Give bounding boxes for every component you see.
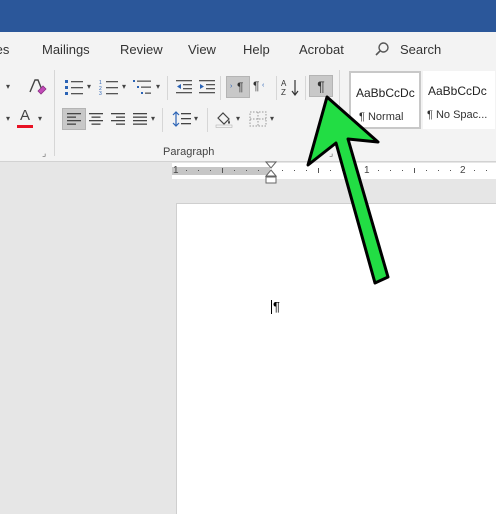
tab-view[interactable]: View [188, 42, 216, 57]
title-bar [0, 0, 496, 32]
chevron-down-icon: ▾ [6, 82, 11, 91]
font-color-button[interactable]: A [14, 107, 38, 130]
style-no-spacing[interactable]: AaBbCcDc ¶ No Spac... [423, 71, 495, 129]
sort-icon: A Z [281, 79, 299, 96]
shading-button[interactable] [212, 108, 236, 130]
chevron-down-icon[interactable]: ▾ [156, 82, 160, 91]
font-color-bar [17, 125, 33, 128]
sort-button[interactable]: A Z [279, 76, 303, 98]
align-center-icon [89, 113, 103, 125]
svg-text:A: A [281, 79, 287, 88]
style-preview: AaBbCcDc [356, 86, 415, 100]
paragraph-group-label: Paragraph [163, 146, 215, 158]
tab-mailings[interactable]: Mailings [42, 42, 90, 57]
tab-references[interactable]: tes [0, 42, 9, 57]
bullets-icon [65, 80, 83, 95]
button-separator [162, 108, 163, 132]
button-separator [220, 76, 221, 100]
font-size-dropdown[interactable]: ▾ [0, 76, 18, 98]
arrow-left-icon: ‹ [262, 82, 265, 89]
chevron-down-icon[interactable]: ▾ [38, 114, 42, 123]
clear-formatting-button[interactable] [26, 76, 50, 98]
borders-icon [249, 111, 267, 127]
style-normal[interactable]: AaBbCcDc ¶ Normal [349, 71, 421, 129]
multilevel-list-button[interactable] [131, 76, 155, 98]
text-cursor [271, 300, 272, 314]
paragraph-mark-icon: ¶ [317, 78, 325, 94]
document-page[interactable]: ¶ [176, 203, 496, 514]
numbering-icon: 1 2 3 [99, 80, 118, 95]
align-right-icon [111, 113, 125, 125]
paragraph-dialog-launcher-icon[interactable]: ⌟ [329, 148, 333, 159]
chevron-down-icon: ▾ [6, 114, 11, 123]
clear-formatting-icon [29, 79, 47, 95]
justify-button[interactable] [128, 108, 152, 130]
group-separator [339, 70, 340, 156]
left-to-right-button[interactable]: › ¶ [226, 76, 250, 98]
align-left-icon [67, 113, 81, 125]
chevron-down-icon[interactable]: ▾ [270, 114, 274, 123]
tab-review[interactable]: Review [120, 42, 163, 57]
font-color-letter: A [20, 107, 31, 124]
tab-help[interactable]: Help [243, 42, 270, 57]
chevron-down-icon[interactable]: ▾ [87, 82, 91, 91]
style-preview: AaBbCcDc [428, 84, 487, 98]
paragraph-mark: ¶ [273, 299, 280, 314]
style-name: ¶ No Spac... [427, 109, 488, 121]
search-label[interactable]: Search [400, 42, 441, 57]
horizontal-ruler[interactable]: 1 1 2 [172, 163, 496, 179]
tab-acrobat[interactable]: Acrobat [299, 42, 344, 57]
increase-indent-icon [199, 80, 215, 94]
ribbon: ▾ ▾ A ▾ ⌟ ▾ 1 2 3 ▾ ▾ › ¶ ¶ ‹ A Z ¶ ▾ ▾ … [0, 66, 496, 162]
button-separator [207, 108, 208, 132]
indent-marker-icon[interactable] [265, 161, 277, 185]
font-dialog-launcher-icon[interactable]: ⌟ [42, 148, 46, 159]
increase-indent-button[interactable] [195, 76, 219, 98]
decrease-indent-button[interactable] [172, 76, 196, 98]
paint-bucket-icon [215, 112, 233, 128]
ruler-ticks [186, 168, 487, 173]
chevron-down-icon[interactable]: ▾ [194, 114, 198, 123]
numbering-button[interactable]: 1 2 3 [97, 76, 121, 98]
multilevel-list-icon [133, 80, 151, 94]
svg-text:Z: Z [281, 88, 286, 96]
styles-gallery: AaBbCcDc ¶ Normal AaBbCcDc ¶ No Spac... [349, 71, 496, 129]
chevron-down-icon[interactable]: ▾ [151, 114, 155, 123]
borders-button[interactable] [246, 108, 270, 130]
rtl-paragraph-symbol: ¶ [253, 79, 260, 93]
ltr-paragraph-symbol: ¶ [237, 80, 244, 94]
button-separator [305, 76, 306, 100]
line-spacing-icon [172, 111, 191, 127]
button-separator [167, 76, 168, 100]
bullets-button[interactable] [62, 76, 86, 98]
svg-text:3: 3 [99, 91, 102, 95]
align-left-button[interactable] [62, 108, 86, 130]
style-name: ¶ Normal [359, 111, 404, 123]
align-center-button[interactable] [84, 108, 108, 130]
search-icon[interactable] [374, 41, 390, 57]
chevron-down-icon[interactable]: ▾ [122, 82, 126, 91]
chevron-down-icon[interactable]: ▾ [236, 114, 240, 123]
line-spacing-button[interactable] [170, 108, 194, 130]
arrow-right-icon: › [230, 83, 233, 90]
decrease-indent-icon [176, 80, 192, 94]
group-separator [54, 70, 55, 156]
right-to-left-button[interactable]: ¶ ‹ [250, 76, 274, 98]
align-right-button[interactable] [106, 108, 130, 130]
show-hide-button[interactable]: ¶ [309, 75, 333, 97]
justify-icon [133, 113, 147, 125]
button-separator [276, 76, 277, 100]
